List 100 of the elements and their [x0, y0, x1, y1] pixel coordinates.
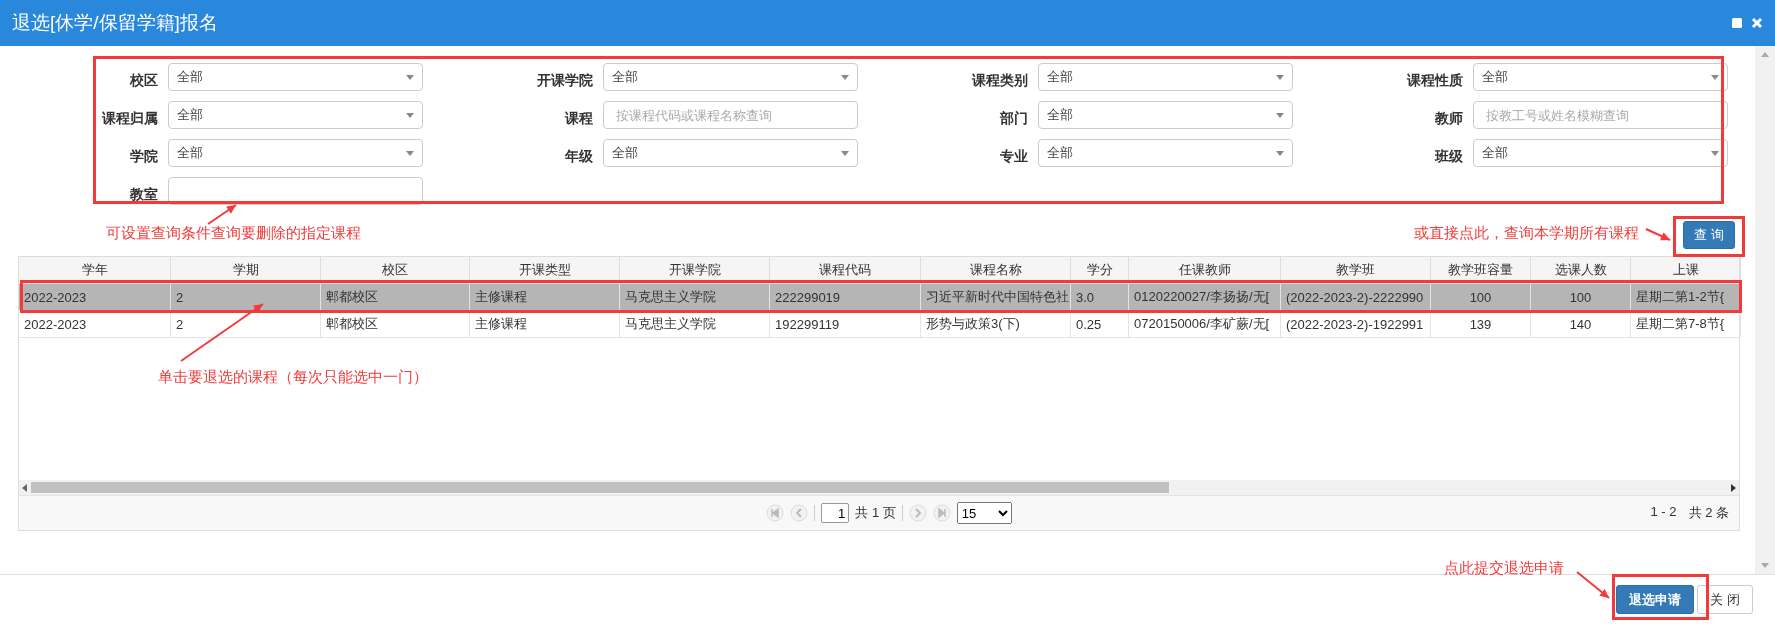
horizontal-scrollbar[interactable] [19, 480, 1739, 495]
caret-icon [841, 74, 849, 80]
maximize-icon[interactable] [1731, 17, 1743, 29]
caret-icon [406, 112, 414, 118]
table-cell: 192299119 [770, 311, 921, 337]
next-page-icon[interactable] [908, 504, 927, 522]
last-page-icon[interactable] [932, 504, 951, 522]
column-header: 校区 [321, 257, 470, 283]
caret-icon [841, 150, 849, 156]
column-header: 上课 [1631, 257, 1741, 283]
filter-label: 校区 [129, 72, 158, 90]
annotation-text: 点此提交退选申请 [1444, 559, 1564, 578]
previous-page-icon[interactable] [790, 504, 809, 522]
filter-label: 课程归属 [100, 110, 158, 128]
arrow [207, 204, 237, 225]
filter-label: 开课学院 [536, 72, 593, 90]
table-cell: 郫都校区 [321, 311, 470, 337]
select-field[interactable]: 全部 [168, 139, 423, 167]
select-field[interactable]: 全部 [1038, 139, 1293, 167]
table-cell: 习近平新时代中国特色社 [921, 284, 1071, 310]
table-cell: 3.0 [1071, 284, 1129, 310]
column-header: 教学班容量 [1431, 257, 1531, 283]
column-header: 教学班 [1281, 257, 1431, 283]
column-header: 课程代码 [770, 257, 921, 283]
table-cell: 139 [1431, 311, 1531, 337]
page-count: 共 1 页 [855, 504, 896, 522]
select-field[interactable]: 全部 [603, 63, 858, 91]
caret-icon [1276, 112, 1284, 118]
page-input[interactable]: 1 [821, 503, 850, 523]
table-cell: (2022-2023-2)-2222990 [1281, 284, 1431, 310]
annotation-text: 单击要退选的课程（每次只能选中一门） [158, 368, 428, 387]
filter-label: 课程性质 [1405, 72, 1463, 90]
first-page-icon[interactable] [766, 504, 785, 522]
filter-label: 教师 [1434, 110, 1463, 128]
table-cell: 100 [1431, 284, 1531, 310]
highlight-frame [1673, 216, 1745, 257]
column-header: 课程名称 [921, 257, 1071, 283]
column-header: 开课类型 [470, 257, 620, 283]
arrow [1645, 228, 1671, 241]
select-field[interactable]: 全部 [1038, 101, 1293, 129]
window-title: 退选[休学/保留学籍]报名 [12, 11, 219, 35]
record-range: 1 - 2 [1650, 504, 1677, 521]
close-button[interactable]: 关 闭 [1697, 585, 1753, 614]
select-field[interactable]: 全部 [1473, 63, 1728, 91]
record-total: 共 2 条 [1688, 504, 1729, 522]
table-cell: 2022-2023 [19, 284, 171, 310]
filter-label: 课程类别 [970, 72, 1028, 90]
vertical-scrollbar[interactable] [1755, 46, 1775, 574]
submit-button[interactable]: 退选申请 [1616, 585, 1695, 614]
caret-icon [406, 150, 414, 156]
column-header: 任课教师 [1129, 257, 1281, 283]
annotation-text: 可设置查询条件查询要删除的指定课程 [106, 223, 361, 243]
close-icon[interactable] [1751, 17, 1763, 29]
column-header: 学期 [171, 257, 321, 283]
filter-label: 年级 [564, 148, 593, 166]
table-cell: 0120220027/李扬扬/无[ [1129, 284, 1281, 310]
table-cell: 100 [1531, 284, 1631, 310]
annotation-text: 或直接点此，查询本学期所有课程 [1414, 223, 1639, 243]
scrollbar-thumb[interactable] [31, 482, 1169, 493]
filter-label: 学院 [129, 148, 158, 166]
table-cell: 马克思主义学院 [620, 284, 770, 310]
caret-icon [1276, 74, 1284, 80]
page-size-select[interactable]: 15 [956, 502, 1012, 524]
filter-label: 教室 [129, 186, 158, 204]
table-cell: 星期二第1-2节{ [1631, 284, 1741, 310]
filter-label: 部门 [999, 110, 1028, 128]
table-cell: 140 [1531, 311, 1631, 337]
table-cell: 222299019 [770, 284, 921, 310]
input-field[interactable]: 按教工号或姓名模糊查询 [1473, 101, 1728, 129]
column-header: 选课人数 [1531, 257, 1631, 283]
input-field[interactable]: 按课程代码或课程名称查询 [603, 101, 858, 129]
table-cell: (2022-2023-2)-1922991 [1281, 311, 1431, 337]
table-cell: 主修课程 [470, 311, 620, 337]
filter-label: 专业 [999, 148, 1028, 166]
scroll-up-icon[interactable] [1760, 50, 1770, 58]
table-cell: 2022-2023 [19, 311, 171, 337]
table-cell: 0720150006/李矿蕨/无[ [1129, 311, 1281, 337]
table-cell: 0.25 [1071, 311, 1129, 337]
select-field[interactable]: 全部 [603, 139, 858, 167]
query-button[interactable]: 查 询 [1683, 221, 1735, 249]
caret-icon [1711, 150, 1719, 156]
arrow [1576, 571, 1610, 599]
filter-label: 课程 [563, 110, 593, 128]
column-header: 学分 [1071, 257, 1129, 283]
select-field[interactable]: 全部 [168, 63, 423, 91]
table-cell: 形势与政策3(下) [921, 311, 1071, 337]
caret-icon [406, 74, 414, 80]
table-cell: 星期二第7-8节{ [1631, 311, 1741, 337]
table-cell: 主修课程 [470, 284, 620, 310]
table-row[interactable]: 2022-2023 2 郫都校区 主修课程 马克思主义学院 222299019 习近平新时代中国特色社 3.0 0120220027/李扬扬/无[ (2022-2023-2)-2222990 100 100 星期二第1-2节{ [19, 284, 1739, 311]
select-field[interactable]: 全部 [1038, 63, 1293, 91]
caret-icon [1276, 150, 1284, 156]
table-cell: 马克思主义学院 [620, 311, 770, 337]
table-row[interactable]: 2022-2023 2 郫都校区 主修课程 马克思主义学院 192299119 形势与政策3(下) 0.25 0720150006/李矿蕨/无[ (2022-2023-2)-1922991 139 140 星期二第7-8节{ [19, 311, 1739, 338]
column-header: 开课学院 [620, 257, 770, 283]
filter-label: 班级 [1433, 148, 1463, 166]
column-header: 学年 [19, 257, 171, 283]
select-field[interactable]: 全部 [1473, 139, 1728, 167]
select-field[interactable]: 全部 [168, 101, 423, 129]
scroll-down-icon[interactable] [1760, 562, 1770, 570]
